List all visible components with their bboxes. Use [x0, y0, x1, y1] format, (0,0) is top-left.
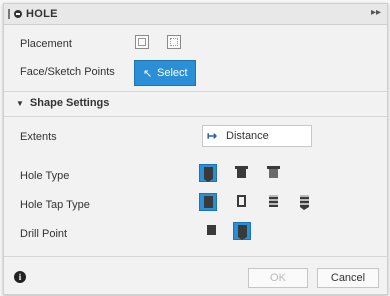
shape-settings-label: Shape Settings [29, 97, 110, 109]
extents-value: Distance [226, 130, 269, 142]
divider [4, 256, 387, 257]
hole-dialog: HOLE ▸▸ Placement Face/Sketch Points ↖ S… [3, 3, 388, 295]
countersink-hole-icon [267, 166, 280, 178]
taper-tapped-hole-icon [300, 195, 309, 210]
simple-tap-icon [204, 196, 213, 208]
collapse-triangle-icon: ▼ [16, 99, 24, 108]
hole-type-countersink-button[interactable] [265, 164, 283, 182]
select-button[interactable]: ↖ Select [134, 60, 196, 86]
divider [4, 91, 387, 92]
drill-point-flat-button[interactable] [203, 222, 221, 240]
tap-type-tapped-button[interactable] [265, 193, 283, 211]
expand-icon[interactable]: ▸▸ [371, 7, 381, 18]
clearance-tap-icon [237, 195, 246, 207]
angled-drill-point-icon [238, 225, 247, 240]
hole-tap-type-label: Hole Tap Type [20, 199, 90, 211]
hole-type-label: Hole Type [20, 170, 70, 182]
ok-button[interactable]: OK [248, 268, 308, 288]
divider [4, 116, 387, 117]
flat-drill-point-icon [207, 225, 216, 235]
tap-type-clearance-button[interactable] [233, 193, 251, 211]
distance-icon: ↦ [207, 129, 218, 143]
hole-type-counterbore-button[interactable] [233, 164, 251, 182]
cursor-arrow-icon: ↖ [143, 68, 153, 80]
command-icon [14, 10, 22, 18]
dialog-title: HOLE [26, 8, 58, 20]
simple-hole-icon [204, 167, 213, 182]
select-button-label: Select [157, 67, 188, 79]
dialog-titlebar[interactable]: HOLE ▸▸ [4, 4, 387, 25]
tapped-hole-icon [269, 195, 278, 207]
tap-type-simple-button[interactable] [199, 193, 217, 211]
shape-settings-header[interactable]: ▼ Shape Settings [16, 97, 109, 109]
extents-label: Extents [20, 131, 57, 143]
extents-dropdown[interactable]: ↦ Distance [202, 125, 312, 147]
drill-point-label: Drill Point [20, 228, 68, 240]
tap-type-taper-tapped-button[interactable] [296, 193, 314, 211]
multiple-holes-placement-icon[interactable] [167, 35, 181, 49]
info-icon[interactable]: i [14, 271, 26, 283]
drag-handle-icon[interactable] [8, 9, 10, 19]
hole-type-simple-button[interactable] [199, 164, 217, 182]
cancel-button[interactable]: Cancel [317, 268, 379, 288]
counterbore-hole-icon [235, 166, 248, 178]
single-hole-placement-icon[interactable] [135, 35, 149, 49]
placement-label: Placement [20, 38, 72, 50]
drill-point-angled-button[interactable] [233, 222, 251, 240]
face-sketch-points-label: Face/Sketch Points [20, 66, 115, 78]
